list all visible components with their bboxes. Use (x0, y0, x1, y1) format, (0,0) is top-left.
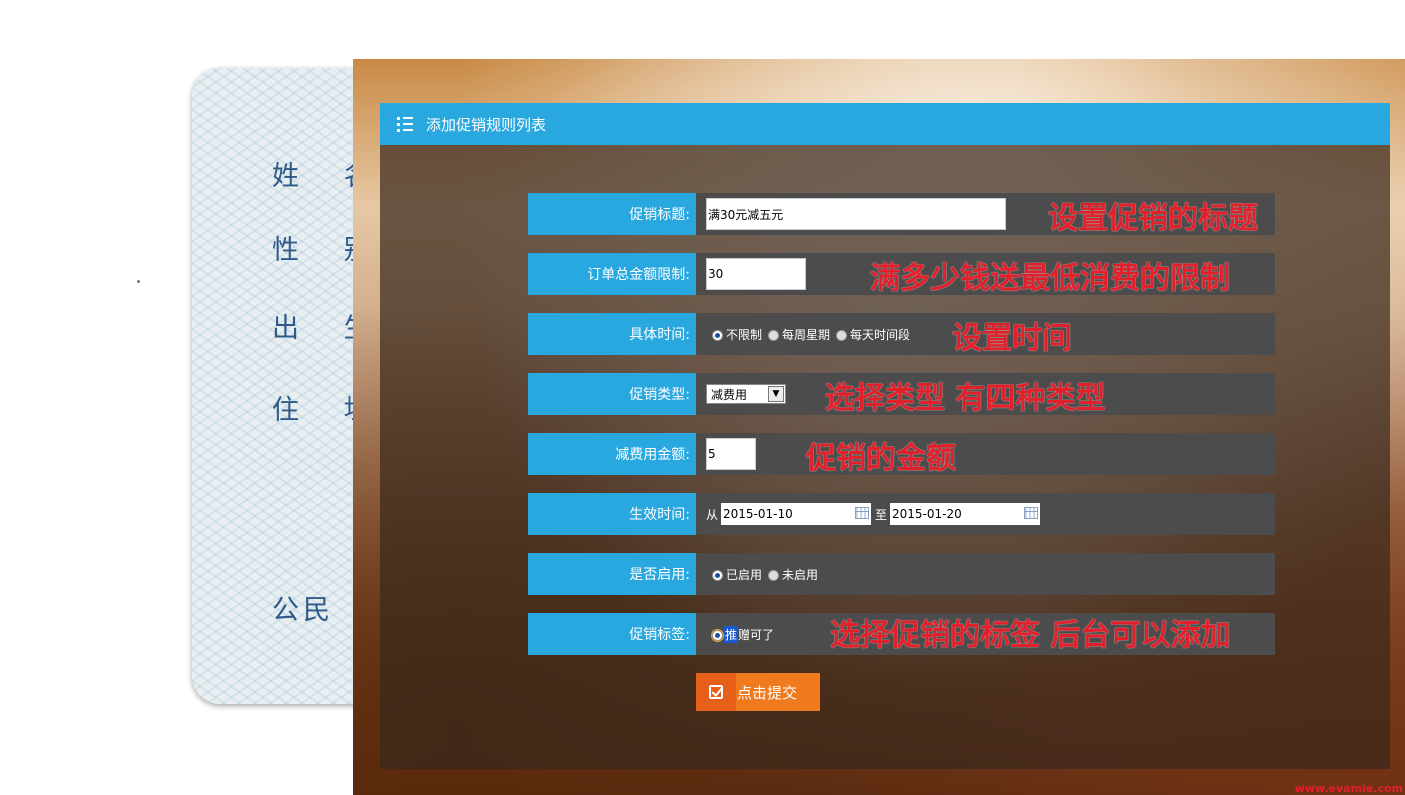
promo-type-field: 减费用 ▼ (696, 373, 786, 415)
end-date-input[interactable]: 2015-01-20 (890, 503, 1041, 525)
annotation-time: 设置时间 (952, 321, 1072, 356)
promo-title-field (696, 193, 1006, 235)
watermark: www.evamie.com (1294, 782, 1403, 795)
effective-time-label: 生效时间: (528, 493, 696, 535)
tag-badge: 推 (724, 625, 739, 643)
tag-text: 赠可了 (738, 627, 775, 642)
start-date-value: 2015-01-10 (723, 507, 793, 521)
radio-daily-period[interactable] (836, 329, 848, 341)
enabled-options: 已启用 未启用 (696, 553, 818, 595)
end-date-value: 2015-01-20 (892, 507, 962, 521)
promo-title-label: 促销标题: (528, 193, 696, 235)
time-label: 具体时间: (528, 313, 696, 355)
annotation-title: 设置促销的标题 (1048, 201, 1258, 236)
idcard-citizen-label: 公民 (272, 595, 334, 626)
annotation-type: 选择类型 有四种类型 (825, 381, 1106, 416)
dropdown-arrow-icon[interactable]: ▼ (768, 386, 784, 402)
enabled-label: 是否启用: (528, 553, 696, 595)
effective-time-field: 从 2015-01-10 至 2015-01-20 (696, 493, 1044, 535)
radio-weekly-label: 每周星期 (782, 327, 831, 342)
from-text: 从 (706, 507, 719, 522)
annotation-discount: 促销的金额 (806, 441, 956, 476)
radio-disabled[interactable] (768, 569, 780, 581)
submit-button[interactable]: 点击提交 (696, 673, 820, 711)
promo-type-label: 促销类型: (528, 373, 696, 415)
to-text: 至 (875, 507, 888, 522)
time-options: 不限制 每周星期 每天时间段 (696, 313, 910, 355)
promo-type-select[interactable]: 减费用 ▼ (706, 384, 786, 404)
calendar-icon[interactable] (855, 507, 870, 519)
promo-tag-field: 推 赠可了 (696, 613, 774, 655)
speck (137, 280, 140, 283)
radio-tag[interactable] (711, 628, 724, 642)
promo-title-input[interactable] (706, 198, 1006, 230)
row-effective-time: 生效时间: 从 2015-01-10 至 2015-01-20 (528, 493, 1275, 535)
list-icon (397, 117, 413, 132)
row-specific-time: 具体时间: 不限制 每周星期 每天时间段 (528, 313, 1275, 355)
amount-limit-field (696, 253, 806, 295)
promotion-rule-panel: 添加促销规则列表 促销标题: 设置促销的标题 订单总金额限制: 满多少钱送最低消… (380, 103, 1390, 769)
start-date-input[interactable]: 2015-01-10 (721, 503, 872, 525)
radio-unlimited-label: 不限制 (726, 327, 763, 342)
discount-input[interactable] (706, 438, 756, 470)
row-enabled: 是否启用: 已启用 未启用 (528, 553, 1275, 595)
radio-daily-period-label: 每天时间段 (850, 327, 911, 342)
discount-label: 减费用金额: (528, 433, 696, 475)
radio-unlimited[interactable] (712, 329, 723, 341)
promo-type-value: 减费用 (711, 387, 748, 402)
radio-weekly[interactable] (768, 329, 780, 341)
amount-limit-input[interactable] (706, 258, 806, 290)
radio-enabled-label: 已启用 (726, 567, 763, 582)
amount-limit-label: 订单总金额限制: (528, 253, 696, 295)
submit-label: 点击提交 (737, 683, 798, 702)
discount-field (696, 433, 756, 475)
promo-tag-label: 促销标签: (528, 613, 696, 655)
calendar-icon[interactable] (1024, 507, 1039, 519)
panel-header: 添加促销规则列表 (380, 103, 1390, 145)
checkbox-icon (709, 685, 723, 699)
radio-enabled[interactable] (712, 569, 723, 581)
radio-disabled-label: 未启用 (782, 567, 819, 582)
annotation-amount: 满多少钱送最低消费的限制 (870, 261, 1230, 296)
annotation-tag: 选择促销的标签 后台可以添加 (830, 618, 1231, 653)
panel-title: 添加促销规则列表 (426, 115, 547, 134)
